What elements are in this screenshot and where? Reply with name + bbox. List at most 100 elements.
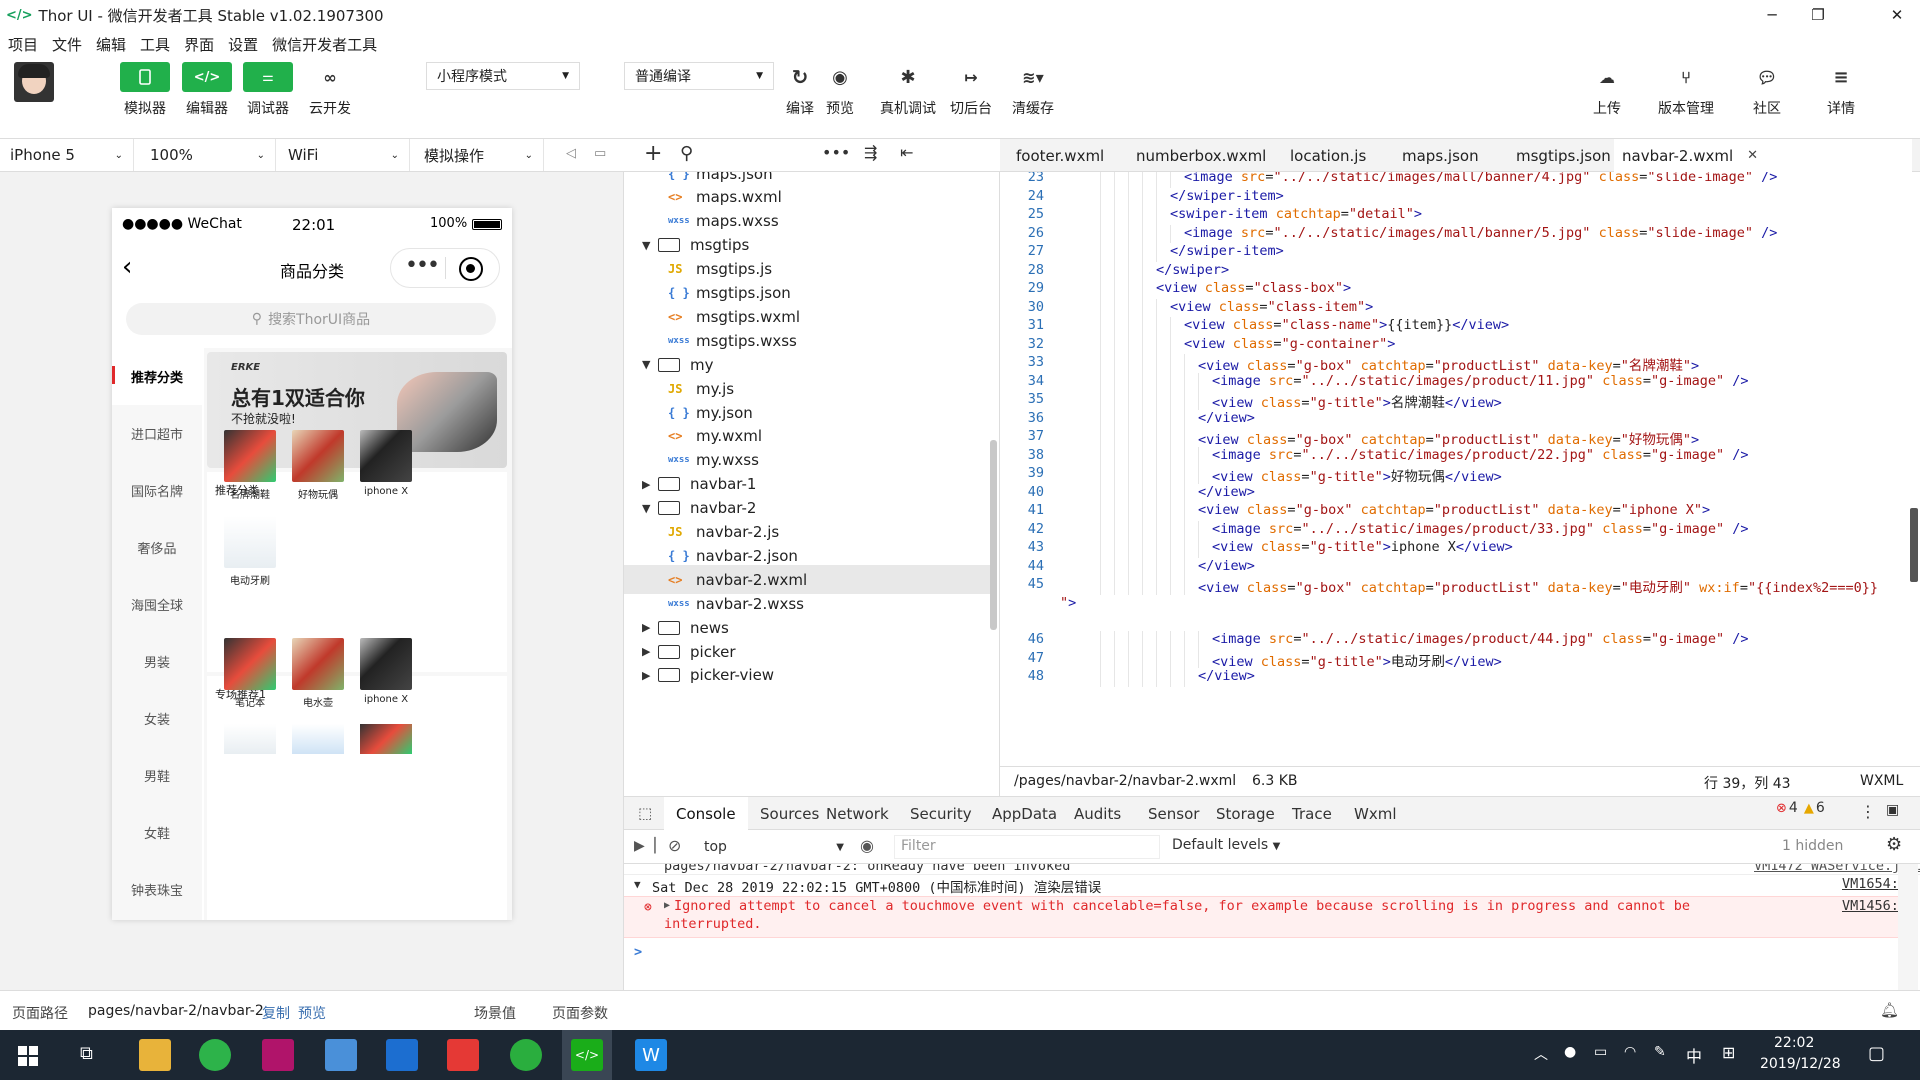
- clock-date[interactable]: 2019/12/28: [1760, 1056, 1841, 1072]
- code-line[interactable]: </view>: [1198, 410, 1255, 426]
- tray-chevron-icon[interactable]: ︿: [1534, 1044, 1548, 1064]
- code-line[interactable]: ">: [1060, 595, 1076, 611]
- search-input[interactable]: ⚲ 搜索ThorUI商品: [126, 303, 496, 335]
- editor-tab[interactable]: footer.wxml: [1008, 139, 1128, 172]
- code-line[interactable]: <view class="g-box" catchtap="productLis…: [1198, 576, 1878, 596]
- community-button[interactable]: 💬︎ 社区: [1752, 62, 1782, 118]
- category-item[interactable]: 女鞋: [112, 804, 202, 861]
- category-item[interactable]: 男鞋: [112, 747, 202, 804]
- close-tab-icon[interactable]: ✕: [1747, 148, 1758, 163]
- remote-desktop-icon[interactable]: [325, 1039, 357, 1071]
- product-image[interactable]: [224, 724, 276, 754]
- clear-cache-button[interactable]: ≋▾ 清缓存: [1012, 62, 1054, 118]
- code-line[interactable]: <view class="g-title">iphone X</view>: [1212, 539, 1513, 555]
- devtools-tab[interactable]: Security: [898, 797, 984, 830]
- wechat-icon[interactable]: [510, 1039, 542, 1071]
- console-scrollbar[interactable]: [1898, 864, 1918, 990]
- folder-item[interactable]: ▶ picker-view: [624, 661, 992, 690]
- background-button[interactable]: ↦ 切后台: [950, 62, 992, 118]
- editor-tab[interactable]: navbar-2.wxml ✕: [1614, 139, 1912, 172]
- devtools-tab[interactable]: Console: [664, 797, 748, 830]
- menu-tools[interactable]: 工具: [140, 34, 170, 55]
- product-image[interactable]: [292, 430, 344, 482]
- devtools-icon[interactable]: </>: [571, 1039, 603, 1071]
- preview-link[interactable]: 预览: [298, 1003, 326, 1023]
- editor-tab[interactable]: maps.json: [1394, 139, 1508, 172]
- compile-button[interactable]: ↻ 编译: [786, 62, 814, 118]
- close-capsule-icon[interactable]: [459, 257, 483, 281]
- editor-tab[interactable]: location.js: [1282, 139, 1394, 172]
- devtools-tab[interactable]: AppData: [980, 797, 1069, 830]
- category-item[interactable]: 推荐分类: [112, 348, 202, 405]
- devtools-menu-icon[interactable]: ⋮: [1860, 802, 1876, 821]
- clear-console-icon[interactable]: ⊘: [668, 836, 681, 855]
- code-line[interactable]: </view>: [1198, 668, 1255, 684]
- code-line[interactable]: </view>: [1198, 484, 1255, 500]
- devtools-tab[interactable]: Network: [814, 797, 901, 830]
- code-line[interactable]: <image src="../../static/images/product/…: [1212, 521, 1749, 537]
- ime-indicator[interactable]: 中: [1686, 1043, 1702, 1067]
- more-icon[interactable]: •••: [405, 253, 440, 278]
- collapse-icon[interactable]: ⇶: [864, 143, 877, 162]
- remote-debug-button[interactable]: ✱ 真机调试: [880, 62, 936, 118]
- sidebar-toggle-icon[interactable]: ▶▕: [634, 838, 656, 854]
- code-line[interactable]: </swiper-item>: [1170, 243, 1284, 259]
- code-line[interactable]: </swiper>: [1156, 262, 1229, 278]
- context-select[interactable]: top ▼: [704, 834, 844, 860]
- category-item[interactable]: 钟表珠宝: [112, 861, 202, 918]
- close-button[interactable]: ✕: [1874, 0, 1920, 30]
- tree-scrollbar[interactable]: [990, 440, 997, 630]
- editor-tab[interactable]: msgtips.json: [1508, 139, 1614, 172]
- code-line[interactable]: <view class="g-container">: [1184, 336, 1395, 352]
- editor-scrollbar[interactable]: [1910, 508, 1918, 582]
- editor-app-icon[interactable]: [262, 1039, 294, 1071]
- devtools-tab[interactable]: Trace: [1280, 797, 1344, 830]
- code-line[interactable]: <image src="../../static/images/product/…: [1212, 373, 1749, 389]
- explorer-icon[interactable]: [139, 1039, 171, 1071]
- code-line[interactable]: </swiper-item>: [1170, 188, 1284, 204]
- compile-select[interactable]: 普通编译 ▼: [624, 62, 774, 90]
- pen-icon[interactable]: ✎: [1654, 1044, 1666, 1060]
- code-line[interactable]: <image src="../../static/images/mall/ban…: [1184, 225, 1777, 241]
- product-image[interactable]: [292, 638, 344, 690]
- zoom-select[interactable]: 100% ⌄: [140, 139, 276, 171]
- menu-file[interactable]: 文件: [52, 34, 82, 55]
- wifi-icon[interactable]: ◠: [1624, 1044, 1636, 1060]
- cloud-dev-button[interactable]: ∞ 云开发: [305, 62, 355, 118]
- inspect-icon[interactable]: ⬚: [638, 804, 652, 822]
- mute-icon[interactable]: ◁: [566, 146, 576, 161]
- menu-view[interactable]: 界面: [184, 34, 214, 55]
- product-image[interactable]: [224, 516, 276, 568]
- word-app-icon[interactable]: W: [635, 1039, 667, 1071]
- code-line[interactable]: <image src="../../static/images/mall/ban…: [1184, 172, 1777, 185]
- minimize-button[interactable]: ─: [1749, 0, 1795, 30]
- category-item[interactable]: 男装: [112, 633, 202, 690]
- product-image[interactable]: [360, 724, 412, 754]
- back-icon[interactable]: ‹: [122, 252, 132, 282]
- devtools-tab[interactable]: Audits: [1062, 797, 1133, 830]
- debugger-button[interactable]: ⚌ 调试器: [243, 62, 293, 118]
- category-item[interactable]: 海囤全球: [112, 576, 202, 633]
- expand-arrow-icon[interactable]: ▶: [664, 900, 670, 911]
- code-line[interactable]: <view class="g-title">电动牙刷</view>: [1212, 650, 1502, 670]
- keyboard-icon[interactable]: ⊞: [1722, 1043, 1735, 1062]
- eye-icon[interactable]: ◉: [860, 836, 874, 855]
- more-icon[interactable]: •••: [822, 143, 850, 162]
- clock-time[interactable]: 22:02: [1774, 1035, 1814, 1051]
- gear-icon[interactable]: ⚙: [1886, 834, 1902, 855]
- category-item[interactable]: 女装: [112, 690, 202, 747]
- code-line[interactable]: <image src="../../static/images/product/…: [1212, 447, 1749, 463]
- search-icon[interactable]: ⚲: [680, 143, 693, 164]
- editor-tab[interactable]: numberbox.wxml: [1128, 139, 1282, 172]
- browser-icon[interactable]: [199, 1039, 231, 1071]
- collapse-arrow-icon[interactable]: ▼: [634, 878, 641, 891]
- code-line[interactable]: <view class="g-title">名牌潮鞋</view>: [1212, 391, 1502, 411]
- network-select[interactable]: WiFi ⌄: [278, 139, 410, 171]
- menu-settings[interactable]: 设置: [228, 34, 258, 55]
- product-image[interactable]: [224, 638, 276, 690]
- filter-input[interactable]: Filter: [894, 835, 1160, 859]
- code-line[interactable]: <view class="g-box" catchtap="productLis…: [1198, 428, 1699, 448]
- code-line[interactable]: <image src="../../static/images/product/…: [1212, 631, 1749, 647]
- task-view-icon[interactable]: ⧉: [80, 1043, 93, 1064]
- levels-select[interactable]: Default levels ▼: [1172, 837, 1280, 853]
